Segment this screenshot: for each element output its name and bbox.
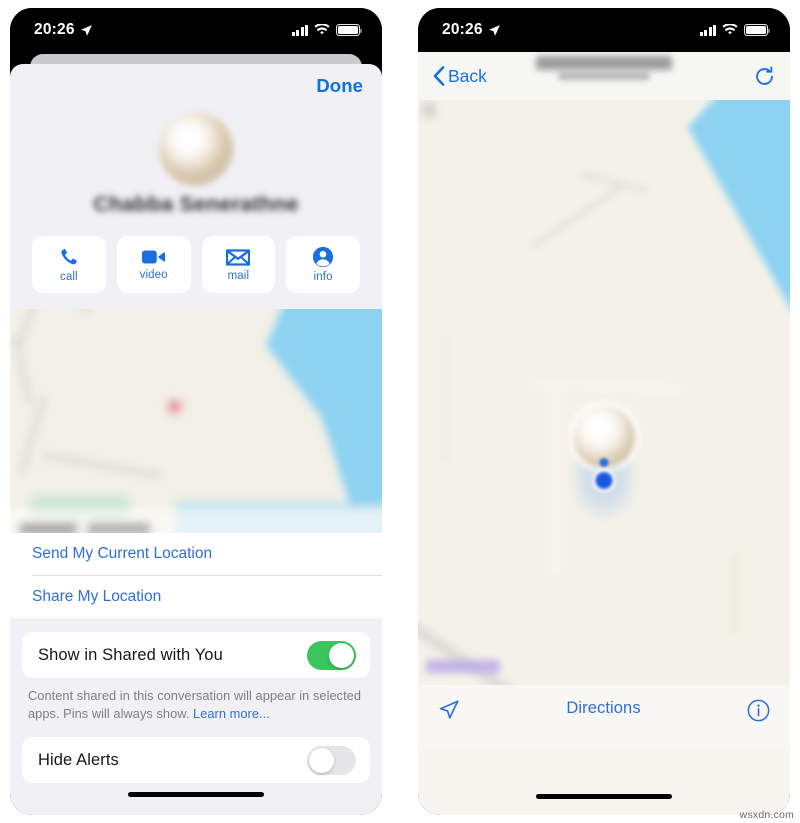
back-button[interactable]: Back xyxy=(433,66,487,87)
location-map[interactable]: Directions xyxy=(418,100,790,750)
shared-with-you-footnote: Content shared in this conversation will… xyxy=(10,678,382,723)
info-button-label: info xyxy=(313,271,333,283)
phone-icon xyxy=(61,248,77,265)
battery-icon xyxy=(336,24,363,36)
location-arrow-icon xyxy=(488,24,500,36)
navigate-button[interactable] xyxy=(438,699,460,721)
location-arrow-icon xyxy=(80,24,92,36)
home-indicator-right[interactable] xyxy=(536,794,672,799)
show-in-shared-with-you-row[interactable]: Show in Shared with You xyxy=(22,632,370,678)
hide-alerts-row[interactable]: Hide Alerts xyxy=(22,737,370,784)
shared-with-you-group: Show in Shared with You xyxy=(22,632,370,678)
left-screen: Done Chabba Senerathne call video mail i… xyxy=(10,52,382,815)
wifi-icon xyxy=(722,24,738,35)
contact-avatar[interactable] xyxy=(159,112,233,186)
contact-location-pin[interactable] xyxy=(558,400,650,520)
current-location-dot xyxy=(595,472,613,489)
video-camera-icon xyxy=(141,250,165,264)
cellular-signal-icon xyxy=(699,24,716,36)
back-button-label: Back xyxy=(448,65,487,86)
envelope-icon xyxy=(226,248,251,266)
map-subtitle xyxy=(558,72,650,80)
status-bar-left: 20:26 xyxy=(10,8,382,52)
info-circle-icon xyxy=(747,699,770,722)
chevron-left-icon xyxy=(433,66,445,86)
call-button[interactable]: call xyxy=(32,236,106,293)
call-button-label: call xyxy=(60,271,78,283)
contact-identity: Chabba Senerathne xyxy=(10,108,382,228)
mail-button-label: mail xyxy=(227,269,250,282)
location-map-preview[interactable] xyxy=(10,309,382,533)
cellular-signal-icon xyxy=(291,24,308,36)
battery-icon xyxy=(744,24,771,36)
screenshot-stage: 20:26 Done Chabba Senerathne call video … xyxy=(0,0,800,823)
status-bar-time-2: 20:26 xyxy=(442,21,483,38)
right-screen: Back Directions xyxy=(418,52,790,815)
home-indicator-left[interactable] xyxy=(128,792,264,797)
show-in-shared-with-you-toggle[interactable] xyxy=(307,640,356,670)
sheet-header: Done xyxy=(10,64,382,108)
contact-detail-sheet: Done Chabba Senerathne call video mail i… xyxy=(10,64,382,815)
wifi-icon xyxy=(314,24,330,35)
quick-action-row: call video mail info xyxy=(10,228,382,309)
video-button[interactable]: video xyxy=(116,236,191,293)
done-button[interactable]: Done xyxy=(316,75,363,97)
mail-button[interactable]: mail xyxy=(201,236,276,293)
map-title xyxy=(536,56,672,70)
left-phone-frame: 20:26 Done Chabba Senerathne call video … xyxy=(10,8,382,815)
learn-more-link[interactable]: Learn more... xyxy=(193,706,270,721)
right-phone-frame: 20:26 Back Directions xyxy=(418,8,790,815)
hide-alerts-label: Hide Alerts xyxy=(38,750,119,769)
video-button-label: video xyxy=(139,269,168,281)
contact-name: Chabba Senerathne xyxy=(93,192,299,216)
location-actions-card: Send My Current Location Share My Locati… xyxy=(10,533,382,618)
share-my-location-row[interactable]: Share My Location xyxy=(10,576,382,618)
map-bottom-toolbar: Directions xyxy=(418,685,790,750)
map-info-button[interactable] xyxy=(747,699,770,722)
navigation-arrow-icon xyxy=(439,700,459,719)
status-bar-right: 20:26 xyxy=(418,8,790,52)
hide-alerts-toggle[interactable] xyxy=(307,745,356,775)
hide-alerts-group: Hide Alerts xyxy=(22,737,370,784)
map-navigation-bar: Back xyxy=(418,52,790,100)
refresh-icon xyxy=(756,65,773,85)
pin-stem-dot xyxy=(599,458,609,467)
directions-button[interactable]: Directions xyxy=(566,699,640,718)
status-bar-left-group-2: 20:26 xyxy=(442,21,501,39)
map-preview-graphic xyxy=(10,309,382,533)
show-in-shared-with-you-label: Show in Shared with You xyxy=(38,645,223,664)
status-bar-time: 20:26 xyxy=(34,21,75,38)
send-my-current-location-row[interactable]: Send My Current Location xyxy=(10,533,382,575)
status-bar-left-group: 20:26 xyxy=(34,21,93,39)
person-circle-icon xyxy=(313,246,334,268)
refresh-button[interactable] xyxy=(754,65,775,87)
info-button[interactable]: info xyxy=(286,236,360,293)
status-bar-right-group xyxy=(291,24,363,36)
status-bar-right-group-2 xyxy=(699,24,771,36)
site-watermark: wsxdn.com xyxy=(739,809,794,821)
